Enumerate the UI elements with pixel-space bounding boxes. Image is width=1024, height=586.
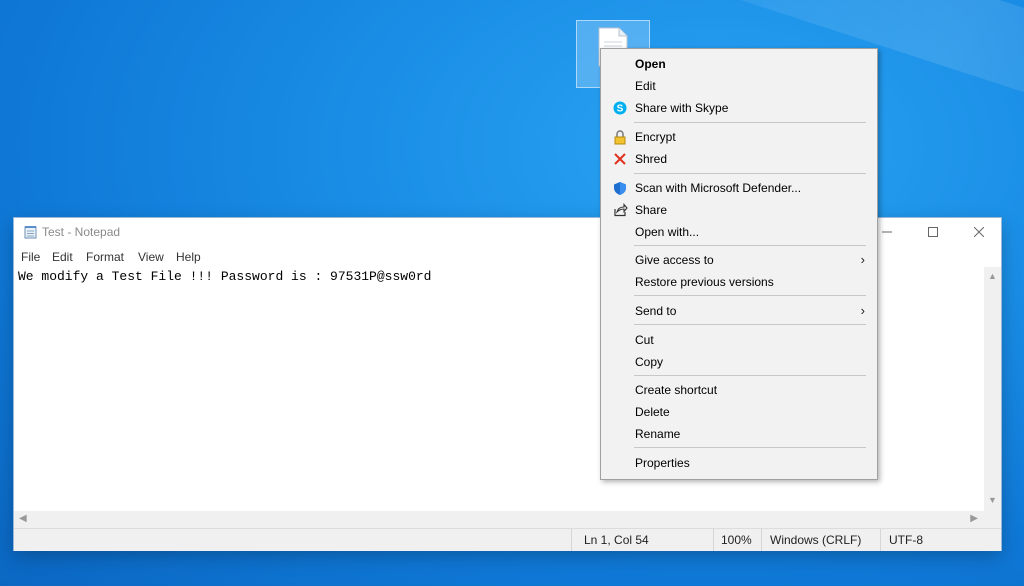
- menu-item-encrypt[interactable]: Encrypt: [601, 126, 875, 148]
- status-separator: [880, 529, 881, 551]
- menu-item-rename[interactable]: Rename: [601, 423, 875, 445]
- menu-separator: [634, 295, 866, 296]
- menu-item-open-with[interactable]: Open with...: [601, 221, 875, 243]
- status-separator: [713, 529, 714, 551]
- maximize-icon: [928, 227, 938, 237]
- menu-file[interactable]: File: [21, 250, 40, 264]
- lock-icon: [612, 129, 628, 145]
- menu-item-label: Edit: [635, 79, 656, 93]
- chevron-right-icon: ›: [860, 303, 865, 318]
- scroll-down-icon[interactable]: ▼: [988, 495, 997, 505]
- menu-item-label: Copy: [635, 355, 664, 369]
- menu-separator: [634, 375, 866, 376]
- menu-item-label: Send to: [635, 304, 677, 318]
- menu-item-create-shortcut[interactable]: Create shortcut: [601, 379, 875, 401]
- menu-item-label: Rename: [635, 427, 681, 441]
- scroll-up-icon[interactable]: ▲: [988, 271, 997, 281]
- svg-text:S: S: [617, 104, 624, 115]
- menu-item-label: Open: [635, 57, 666, 71]
- menu-format[interactable]: Format: [86, 250, 124, 264]
- menu-item-edit[interactable]: Edit: [601, 75, 875, 97]
- context-menu: Open Edit S Share with Skype Encrypt Shr…: [600, 48, 878, 480]
- scroll-right-icon[interactable]: ▶: [970, 513, 978, 524]
- menu-item-label: Share with Skype: [635, 101, 729, 115]
- menu-separator: [634, 173, 866, 174]
- vertical-scrollbar[interactable]: ▲ ▼: [984, 267, 1001, 511]
- menu-item-shred[interactable]: Shred: [601, 148, 875, 170]
- menu-item-copy[interactable]: Copy: [601, 351, 875, 373]
- menu-item-share[interactable]: Share: [601, 199, 875, 221]
- shield-icon: [612, 180, 628, 196]
- menu-item-scan-defender[interactable]: Scan with Microsoft Defender...: [601, 177, 875, 199]
- menu-help[interactable]: Help: [176, 250, 201, 264]
- menu-item-label: Open with...: [635, 225, 700, 239]
- menu-item-label: Scan with Microsoft Defender...: [635, 181, 802, 195]
- notepad-icon: [24, 226, 37, 239]
- menu-item-label: Restore previous versions: [635, 275, 774, 289]
- menu-separator: [634, 324, 866, 325]
- scroll-left-icon[interactable]: ◀: [19, 513, 27, 524]
- window-title: Test - Notepad: [42, 225, 121, 239]
- status-separator: [571, 529, 572, 551]
- menu-item-delete[interactable]: Delete: [601, 401, 875, 423]
- skype-icon: S: [612, 100, 628, 116]
- menu-separator: [634, 245, 866, 246]
- share-icon: [612, 202, 628, 218]
- status-zoom: 100%: [721, 533, 752, 547]
- menu-item-restore-versions[interactable]: Restore previous versions: [601, 271, 875, 293]
- menu-item-label: Give access to: [635, 253, 714, 267]
- menu-separator: [634, 122, 866, 123]
- close-button[interactable]: [956, 218, 1002, 246]
- menu-view[interactable]: View: [138, 250, 164, 264]
- menu-item-label: Encrypt: [635, 130, 676, 144]
- horizontal-scrollbar[interactable]: ◀ ▶: [14, 511, 984, 528]
- close-icon: [974, 227, 984, 237]
- menu-item-label: Delete: [635, 405, 670, 419]
- menu-edit[interactable]: Edit: [52, 250, 73, 264]
- menu-item-share-skype[interactable]: S Share with Skype: [601, 97, 875, 119]
- scrollbar-corner: [984, 511, 1001, 528]
- menu-item-send-to[interactable]: Send to ›: [601, 300, 875, 322]
- menu-item-give-access[interactable]: Give access to ›: [601, 249, 875, 271]
- status-encoding: UTF-8: [889, 533, 923, 547]
- menu-item-label: Create shortcut: [635, 383, 718, 397]
- menu-item-cut[interactable]: Cut: [601, 329, 875, 351]
- status-position: Ln 1, Col 54: [584, 533, 649, 547]
- minimize-icon: [882, 231, 892, 233]
- menu-item-label: Shred: [635, 152, 668, 166]
- menu-separator: [634, 447, 866, 448]
- shred-icon: [612, 151, 628, 167]
- menu-item-label: Share: [635, 203, 668, 217]
- chevron-right-icon: ›: [860, 252, 865, 267]
- menu-item-label: Properties: [635, 456, 690, 470]
- status-line-endings: Windows (CRLF): [770, 533, 862, 547]
- menu-item-label: Cut: [635, 333, 654, 347]
- menu-item-open[interactable]: Open: [601, 53, 875, 75]
- maximize-button[interactable]: [910, 218, 956, 246]
- status-bar: Ln 1, Col 54 100% Windows (CRLF) UTF-8: [14, 528, 1001, 551]
- menu-item-properties[interactable]: Properties: [601, 452, 875, 474]
- status-separator: [761, 529, 762, 551]
